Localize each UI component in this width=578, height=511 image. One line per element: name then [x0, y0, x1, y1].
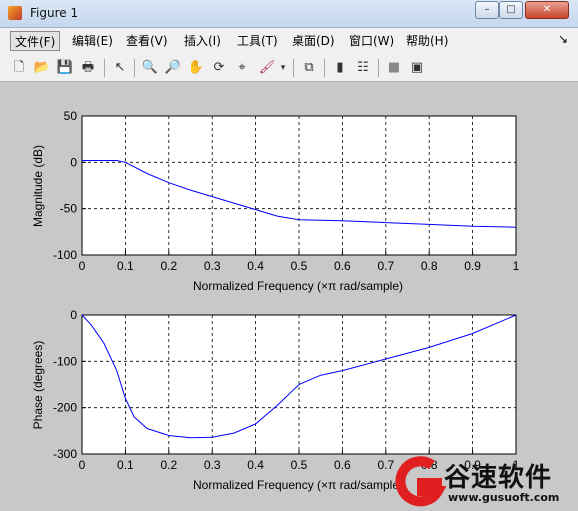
y-tick-label: -100: [53, 248, 77, 262]
x-tick-label: 0.2: [160, 458, 177, 472]
x-tick-label: 0.2: [160, 259, 177, 273]
y-tick-label: -100: [53, 354, 77, 368]
x-tick-label: 1: [513, 259, 520, 273]
x-axis-label: Normalized Frequency (×π rad/sample): [193, 279, 403, 293]
magnitude-axes: 0 0.1 0.2 0.3 0.4 0.5 0.6 0.7 0.8 0.9 1500-50-100 …: [31, 109, 520, 293]
y-tick-label: 0: [70, 308, 77, 322]
x-tick-label: 0.4: [247, 259, 264, 273]
y-axis-label: Magnitude (dB): [31, 145, 45, 227]
x-tick-label: 0.6: [334, 458, 351, 472]
x-tick-label: 0.6: [334, 259, 351, 273]
x-tick-label: 0.5: [291, 458, 308, 472]
x-tick-label: 0.1: [117, 458, 134, 472]
watermark-text: 谷速软件: [444, 463, 553, 493]
x-tick-label: 0.9: [464, 259, 481, 273]
watermark-url: www.gusuoft.com: [448, 491, 560, 504]
figure-canvas: 0 0.1 0.2 0.3 0.4 0.5 0.6 0.7 0.8 0.9 1500-50-100 …: [31, 109, 520, 492]
y-tick-label: 50: [64, 109, 78, 123]
y-axis-label: Phase (degrees): [31, 341, 45, 430]
y-tick-label: -50: [60, 202, 78, 216]
x-tick-label: 0.7: [377, 259, 394, 273]
x-tick-label: 0: [79, 259, 86, 273]
x-tick-label: 0.4: [247, 458, 264, 472]
watermark: 谷速软件 www.gusuoft.com: [388, 449, 578, 511]
y-tick-label: -300: [53, 447, 77, 461]
x-tick-label: 0.3: [204, 458, 221, 472]
y-tick-label: 0: [70, 155, 77, 169]
x-tick-label: 0.1: [117, 259, 134, 273]
x-tick-label: 0: [79, 458, 86, 472]
watermark-logo-icon: [395, 456, 447, 507]
x-tick-label: 0.8: [421, 259, 438, 273]
y-tick-label: -200: [53, 401, 77, 415]
x-axis-label: Normalized Frequency (×π rad/sample): [193, 478, 403, 492]
x-tick-label: 0.5: [291, 259, 308, 273]
x-tick-label: 0.3: [204, 259, 221, 273]
